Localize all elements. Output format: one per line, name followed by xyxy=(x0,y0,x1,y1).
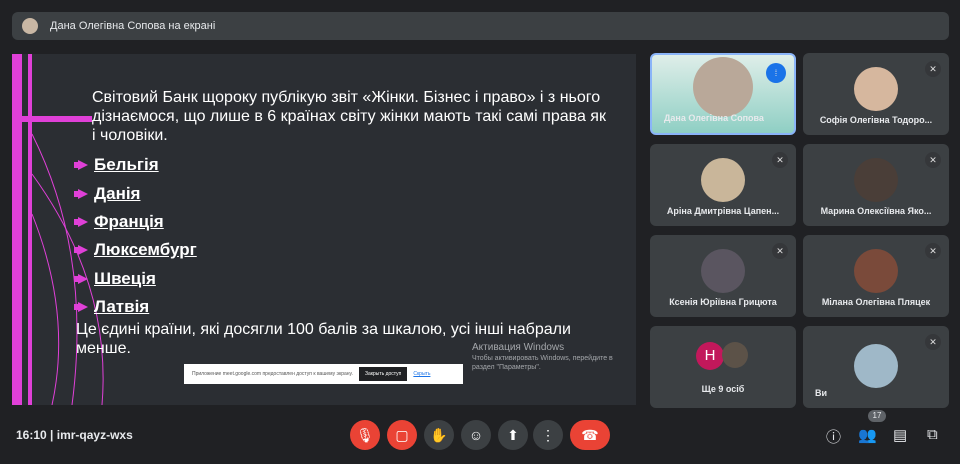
participant-name: Марина Олексіївна Яко... xyxy=(820,206,932,216)
country-name: Данія xyxy=(94,183,141,203)
avatar xyxy=(701,249,745,293)
country-item[interactable]: Данія xyxy=(74,179,197,207)
clock: 16:10 xyxy=(16,428,47,442)
hide-link[interactable]: Скрыть xyxy=(413,371,430,377)
presenter-bar: Дана Олегівна Сопова на екрані xyxy=(12,12,949,40)
leave-call-button[interactable]: ☎ xyxy=(570,420,610,450)
bottom-bar: 16:10 | imr-qayz-wxs 🎙 ▢ ✋ ☺ ⬆ ⋮ ☎ ⓘ 👥 1… xyxy=(0,410,960,454)
participant-name: Аріна Дмитрівна Цапен... xyxy=(666,206,780,216)
participant-name: Ксенія Юріївна Грицюта xyxy=(669,297,777,307)
presenter-avatar xyxy=(22,18,38,34)
watermark-title: Активация Windows xyxy=(472,342,565,353)
country-item[interactable]: Бельгія xyxy=(74,151,197,179)
mic-off-button[interactable]: 🎙 xyxy=(350,420,380,450)
arrow-bullet-icon xyxy=(74,160,88,171)
people-count-badge: 17 xyxy=(868,410,886,422)
camera-off-button[interactable]: ▢ xyxy=(387,420,417,450)
participant-name: Ви xyxy=(815,388,828,398)
avatar xyxy=(854,249,898,293)
participant-tile[interactable]: ✕ Софія Олегівна Тодоро... xyxy=(803,53,949,135)
country-item[interactable]: Франція xyxy=(74,208,197,236)
people-icon[interactable]: 👥 xyxy=(858,426,877,444)
country-name: Латвія xyxy=(94,297,150,317)
activities-icon[interactable]: ⧉ xyxy=(927,426,938,443)
emoji-button[interactable]: ☺ xyxy=(461,420,491,450)
participant-name: Дана Олегівна Сопова xyxy=(664,113,764,123)
participant-name: Ще 9 осіб xyxy=(701,384,745,394)
participant-tile-others[interactable]: H Ще 9 осіб xyxy=(650,326,796,408)
shared-screen-slide: Світовий Банк щороку публікую звіт «Жінк… xyxy=(12,54,636,405)
country-item[interactable]: Латвія xyxy=(74,293,197,321)
country-name: Люксембург xyxy=(94,240,197,260)
avatar xyxy=(854,158,898,202)
arrow-bullet-icon xyxy=(74,273,88,284)
present-screen-button[interactable]: ⬆ xyxy=(498,420,528,450)
country-name: Швеція xyxy=(94,268,156,288)
mic-off-icon: ✕ xyxy=(925,61,941,77)
raise-hand-button[interactable]: ✋ xyxy=(424,420,454,450)
watermark-subtitle: Чтобы активировать Windows, перейдите в … xyxy=(472,355,613,371)
arrow-bullet-icon xyxy=(74,188,88,199)
mic-off-icon: ✕ xyxy=(772,152,788,168)
mic-off-icon: ✕ xyxy=(925,243,941,259)
meeting-code: imr-qayz-wxs xyxy=(56,428,133,442)
mic-off-icon: ✕ xyxy=(925,334,941,350)
mic-off-icon: ✕ xyxy=(925,152,941,168)
country-item[interactable]: Швеція xyxy=(74,265,197,293)
windows-activation-watermark: Активация Windows Чтобы активировать Win… xyxy=(472,342,632,372)
screen-share-notice: Приложение meet.google.com предоставлен … xyxy=(184,364,463,384)
country-name: Франція xyxy=(94,211,164,231)
chat-icon[interactable]: ▤ xyxy=(893,426,907,444)
share-notice-text: Приложение meet.google.com предоставлен … xyxy=(192,371,353,377)
slide-paragraph: Світовий Банк щороку публікую звіт «Жінк… xyxy=(92,89,606,144)
presenter-label: Дана Олегівна Сопова на екрані xyxy=(50,20,216,32)
speaking-icon: ⁞ xyxy=(766,63,786,83)
avatar xyxy=(722,342,748,368)
arrow-bullet-icon xyxy=(74,216,88,227)
country-list: Бельгія Данія Франція Люксембург Швеція … xyxy=(74,151,197,321)
participant-tile[interactable]: ⁞ Дана Олегівна Сопова xyxy=(650,53,796,135)
avatar xyxy=(701,158,745,202)
mic-off-icon: ✕ xyxy=(772,243,788,259)
country-name: Бельгія xyxy=(94,155,159,175)
avatar-initial: H xyxy=(696,342,724,370)
arrow-bullet-icon xyxy=(74,245,88,256)
stop-sharing-button[interactable]: Закрыть доступ xyxy=(358,367,408,381)
participant-tile[interactable]: ✕ Марина Олексіївна Яко... xyxy=(803,144,949,226)
more-options-button[interactable]: ⋮ xyxy=(533,420,563,450)
participant-tile-self[interactable]: ✕ Ви xyxy=(803,326,949,408)
separator: | xyxy=(50,428,54,442)
info-icon[interactable]: ⓘ xyxy=(826,426,841,447)
participant-tile[interactable]: ✕ Ксенія Юріївна Грицюта xyxy=(650,235,796,317)
participant-tile[interactable]: ✕ Мілана Олегівна Пляцек xyxy=(803,235,949,317)
participant-name: Софія Олегівна Тодоро... xyxy=(819,115,933,125)
country-item[interactable]: Люксембург xyxy=(74,236,197,264)
arrow-bullet-icon xyxy=(74,302,88,313)
meeting-info: 16:10 | imr-qayz-wxs xyxy=(16,428,133,442)
participant-name: Мілана Олегівна Пляцек xyxy=(821,297,931,307)
avatar xyxy=(854,344,898,388)
participant-video xyxy=(693,57,753,117)
participant-tile[interactable]: ✕ Аріна Дмитрівна Цапен... xyxy=(650,144,796,226)
avatar xyxy=(854,67,898,111)
